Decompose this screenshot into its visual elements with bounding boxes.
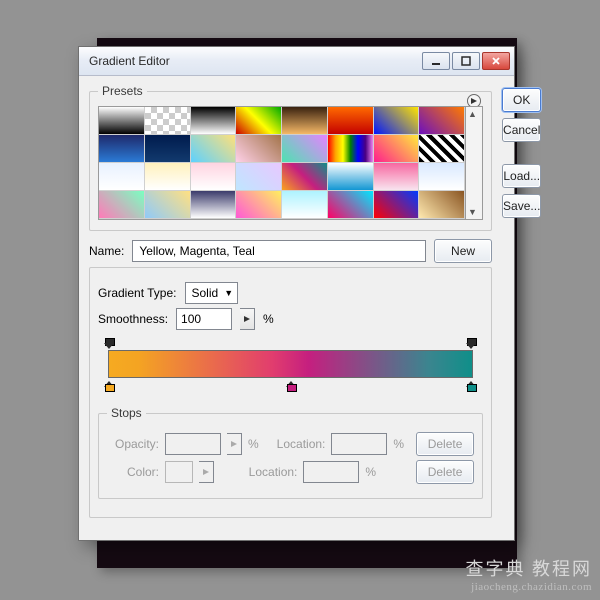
preset-swatch[interactable] [419,135,465,163]
maximize-button[interactable] [452,52,480,70]
smoothness-label: Smoothness: [98,312,168,326]
gradient-bar[interactable] [108,350,473,378]
color-stop-2[interactable] [466,381,477,392]
color-location-input [303,461,359,483]
chevron-down-icon: ▼ [224,288,233,298]
opacity-stop-left[interactable] [104,338,115,349]
color-location-label: Location: [249,465,298,479]
save-button[interactable]: Save... [502,194,541,218]
close-button[interactable] [482,52,510,70]
percent-label: % [263,312,274,326]
color-stop-1[interactable] [286,381,297,392]
preset-swatch[interactable] [236,191,282,219]
window-title: Gradient Editor [89,54,422,68]
opacity-label: Opacity: [107,437,159,451]
preset-swatch[interactable] [99,163,145,191]
gradient-type-value: Solid [192,286,219,300]
preset-swatch[interactable] [191,135,237,163]
presets-legend: Presets [98,84,147,98]
preset-swatch[interactable] [236,135,282,163]
preset-swatch[interactable] [419,163,465,191]
color-label: Color: [107,465,159,479]
preset-swatch[interactable] [99,107,145,135]
gradient-type-label: Gradient Type: [98,286,177,300]
gradient-bar-area[interactable] [98,338,483,394]
opacity-input [165,433,221,455]
watermark-line2: jiaocheng.chazidian.com [466,581,593,594]
preset-swatch[interactable] [282,191,328,219]
preset-swatch[interactable] [419,191,465,219]
preset-swatch[interactable] [374,191,420,219]
stops-legend: Stops [107,406,146,420]
preset-swatch[interactable] [191,163,237,191]
preset-swatch[interactable] [282,163,328,191]
ok-button[interactable]: OK [502,88,541,112]
gradient-editor-dialog: Gradient Editor Presets [78,46,515,541]
preset-swatch[interactable] [99,191,145,219]
preset-swatch[interactable] [419,107,465,135]
preset-swatch[interactable] [282,135,328,163]
watermark: 查字典 教程网 jiaocheng.chazidian.com [466,559,593,594]
stops-group: Stops Opacity: % Location: % Delete [98,406,483,499]
color-swatch [165,461,193,483]
preset-swatch[interactable] [191,191,237,219]
smoothness-input[interactable] [176,308,232,330]
preset-swatch[interactable] [99,135,145,163]
preset-swatch[interactable] [328,163,374,191]
gradient-type-select[interactable]: Solid ▼ [185,282,239,304]
preset-swatch[interactable] [236,107,282,135]
opacity-delete-button: Delete [416,432,474,456]
opacity-location-label: Location: [277,437,326,451]
name-input[interactable] [132,240,426,262]
percent-label-4: % [365,465,376,479]
percent-label-2: % [248,437,259,451]
percent-label-3: % [393,437,404,451]
color-stepper [199,461,214,483]
gradient-group: Gradient Type: Solid ▼ Smoothness: % [89,267,492,518]
minimize-button[interactable] [422,52,450,70]
preset-swatch[interactable] [145,107,191,135]
new-button[interactable]: New [434,239,492,263]
preset-swatch[interactable] [374,107,420,135]
watermark-line1: 查字典 教程网 [466,559,593,581]
cancel-button[interactable]: Cancel [502,118,541,142]
presets-grid[interactable] [98,106,466,220]
opacity-stepper [227,433,242,455]
preset-swatch[interactable] [328,191,374,219]
presets-scrollbar[interactable] [466,106,483,220]
preset-swatch[interactable] [236,163,282,191]
name-label: Name: [89,244,124,258]
preset-swatch[interactable] [145,163,191,191]
preset-swatch[interactable] [191,107,237,135]
load-button[interactable]: Load... [502,164,541,188]
color-stop-0[interactable] [104,381,115,392]
preset-swatch[interactable] [145,191,191,219]
preset-swatch[interactable] [328,107,374,135]
preset-swatch[interactable] [374,163,420,191]
preset-swatch[interactable] [328,135,374,163]
presets-group: Presets [89,84,492,231]
preset-swatch[interactable] [282,107,328,135]
preset-swatch[interactable] [145,135,191,163]
titlebar[interactable]: Gradient Editor [79,47,514,76]
opacity-stop-right[interactable] [466,338,477,349]
opacity-location-input [331,433,387,455]
color-delete-button: Delete [416,460,474,484]
preset-swatch[interactable] [374,135,420,163]
smoothness-stepper[interactable] [240,308,255,330]
